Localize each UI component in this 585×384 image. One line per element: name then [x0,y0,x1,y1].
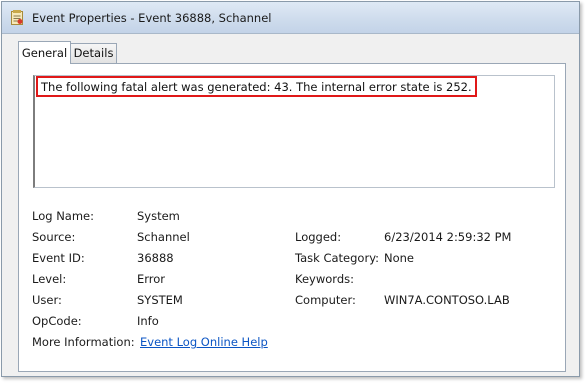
event-description-text: The following fatal alert was generated:… [36,76,477,97]
title-bar[interactable]: Event Properties - Event 36888, Schannel [2,2,579,34]
event-id-label: Event ID: [32,251,85,265]
task-category-value: None [384,251,415,265]
tab-general-label: General [21,46,68,60]
computer-value: WIN7A.CONTOSO.LAB [384,293,510,307]
log-name-value: System [137,209,180,223]
dialog-body: General Details The following fatal aler… [2,34,579,376]
logged-value: 6/23/2014 2:59:32 PM [384,230,512,244]
tab-details-label: Details [73,46,114,60]
event-id-value: 36888 [137,251,174,265]
more-information-label: More Information: [32,335,135,349]
event-properties-window: Event Properties - Event 36888, Schannel… [1,1,580,377]
opcode-label: OpCode: [32,314,82,328]
task-category-label: Task Category: [295,251,380,265]
window-title: Event Properties - Event 36888, Schannel [32,11,272,25]
source-value: Schannel [137,230,190,244]
opcode-value: Info [137,314,159,328]
tab-details[interactable]: Details [70,43,117,63]
source-label: Source: [32,230,76,244]
log-name-label: Log Name: [32,209,94,223]
event-description-box[interactable]: The following fatal alert was generated:… [33,75,555,188]
general-tab-panel: The following fatal alert was generated:… [18,63,566,372]
level-value: Error [137,272,166,286]
keywords-label: Keywords: [295,272,354,286]
user-value: SYSTEM [137,293,183,307]
tab-general[interactable]: General [18,41,71,64]
event-log-icon [11,10,23,25]
user-label: User: [32,293,62,307]
event-log-online-help-link[interactable]: Event Log Online Help [140,335,268,349]
logged-label: Logged: [295,230,342,244]
computer-label: Computer: [295,293,356,307]
level-label: Level: [32,272,67,286]
